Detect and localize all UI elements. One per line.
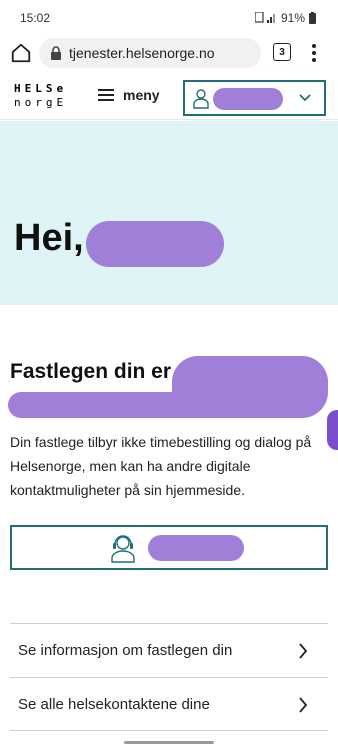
- redacted-gp-name-line2: [8, 392, 258, 418]
- link-all-health-contacts-label: Se alle helsekontaktene dine: [18, 695, 210, 713]
- battery-icon: [309, 12, 316, 24]
- status-bar: 15:02 91%: [0, 0, 338, 36]
- person-icon: [193, 89, 209, 109]
- home-icon[interactable]: [10, 42, 32, 64]
- status-time: 15:02: [20, 11, 51, 25]
- link-gp-info-label: Se informasjon om fastlegen din: [18, 642, 233, 659]
- chevron-right-icon: [299, 643, 308, 659]
- status-indicators: 91%: [254, 11, 316, 25]
- hamburger-icon: [98, 89, 114, 101]
- chevron-right-icon: [299, 697, 308, 713]
- battery-percent: 91%: [280, 11, 305, 25]
- link-gp-info[interactable]: Se informasjon om fastlegen din: [10, 623, 328, 677]
- feedback-tab[interactable]: [327, 410, 338, 450]
- browser-toolbar: tjenester.helsenorge.no 3: [0, 36, 338, 70]
- more-vert-icon[interactable]: [308, 42, 320, 64]
- greeting-banner: Hei,: [0, 121, 338, 305]
- network-icon: [254, 12, 275, 23]
- redacted-user-name: [213, 88, 283, 110]
- site-header: HELSe norgE meny: [0, 72, 338, 120]
- chevron-down-icon: [299, 94, 311, 102]
- url-text: tjenester.helsenorge.no: [69, 45, 215, 61]
- menu-button[interactable]: meny: [98, 87, 160, 103]
- redacted-contact-label: [148, 535, 244, 561]
- redacted-greeting-name: [86, 221, 224, 267]
- menu-label: meny: [123, 87, 160, 103]
- link-all-health-contacts[interactable]: Se alle helsekontaktene dine: [10, 677, 328, 731]
- headset-icon: [111, 535, 135, 563]
- url-bar[interactable]: tjenester.helsenorge.no: [39, 38, 261, 68]
- greeting-title: Hei,: [14, 217, 84, 259]
- gp-title: Fastlegen din er: [10, 360, 172, 383]
- gp-description: Din fastlege tilbyr ikke timebestilling …: [10, 434, 312, 498]
- lock-icon: [51, 46, 61, 60]
- tabs-icon[interactable]: 3: [273, 43, 291, 61]
- helsenorge-logo[interactable]: HELSe norgE: [14, 82, 67, 110]
- home-indicator[interactable]: [124, 741, 214, 744]
- gp-contact-button[interactable]: [10, 525, 328, 570]
- user-selector[interactable]: [183, 80, 326, 116]
